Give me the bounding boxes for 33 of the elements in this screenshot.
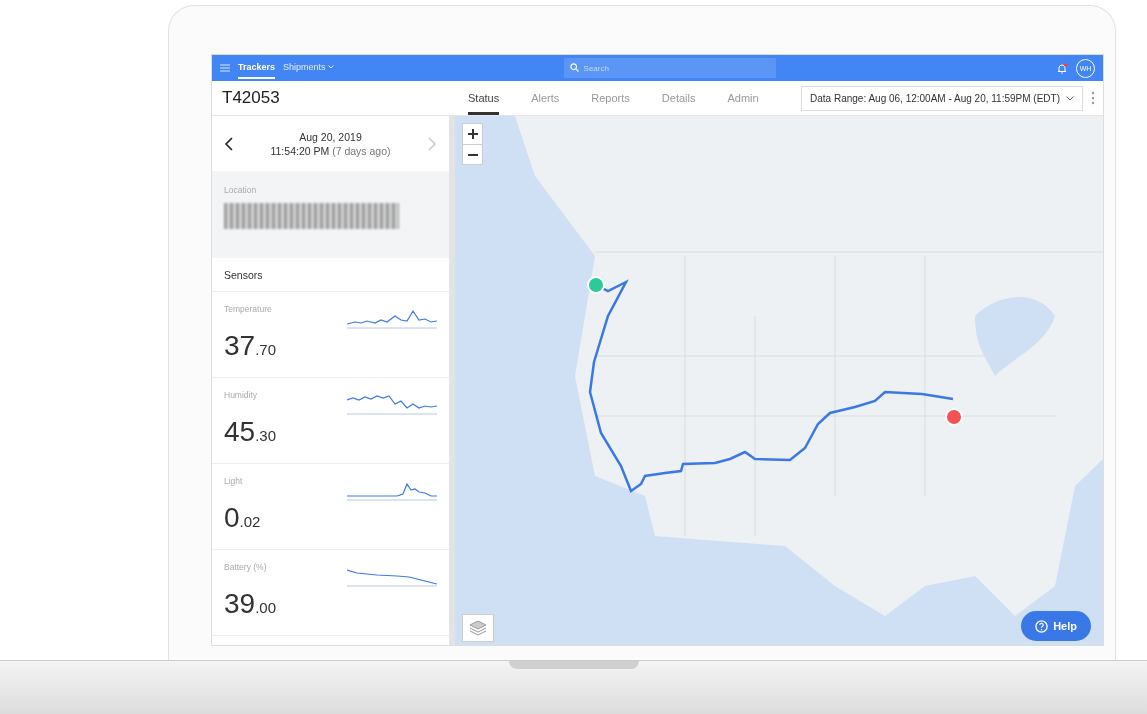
end-marker-icon[interactable] — [945, 408, 963, 426]
tab[interactable]: Details — [661, 81, 696, 115]
tab[interactable]: Reports — [591, 81, 630, 115]
tracker-title: T42053 — [222, 88, 281, 108]
location-label: Location — [224, 185, 258, 195]
nav-link[interactable]: Shipments — [283, 57, 334, 79]
sensor-value: 39.00 — [224, 587, 277, 620]
menu-icon[interactable] — [220, 64, 230, 72]
sensors-heading: Sensors — [212, 258, 449, 292]
bell-icon[interactable] — [1057, 62, 1068, 74]
sensor-name: Temperature — [224, 304, 273, 314]
tab[interactable]: Admin — [727, 81, 759, 115]
time-text: 11:54:20 PM (7 days ago) — [270, 144, 391, 157]
date-text: Aug 20, 2019 — [299, 130, 362, 143]
sensor-value: 37.70 — [224, 329, 277, 362]
layers-icon — [469, 620, 487, 636]
nav-link[interactable]: Trackers — [238, 57, 276, 79]
search-field[interactable]: Search — [563, 58, 776, 78]
sensor-name: Humidity — [224, 390, 259, 400]
plus-icon — [467, 129, 478, 139]
tab[interactable]: Alerts — [531, 81, 560, 115]
previous-button[interactable] — [224, 136, 234, 151]
help-icon — [1035, 619, 1049, 633]
sensor-value: 0.02 — [224, 501, 262, 534]
help-button[interactable]: Help — [1021, 611, 1091, 641]
chevron-down-icon — [1066, 95, 1074, 101]
sensor-value: 45.30 — [224, 415, 277, 448]
start-marker-icon[interactable] — [587, 276, 605, 294]
caret-icon — [327, 65, 334, 69]
sensor-name: Light — [224, 476, 244, 486]
layers-button[interactable] — [462, 614, 494, 642]
date-range-dropdown[interactable]: Data Range: Aug 06, 12:00AM - Aug 20, 11:59PM (EDT) — [801, 85, 1083, 111]
sensor-name: Battery (%) — [224, 562, 268, 572]
